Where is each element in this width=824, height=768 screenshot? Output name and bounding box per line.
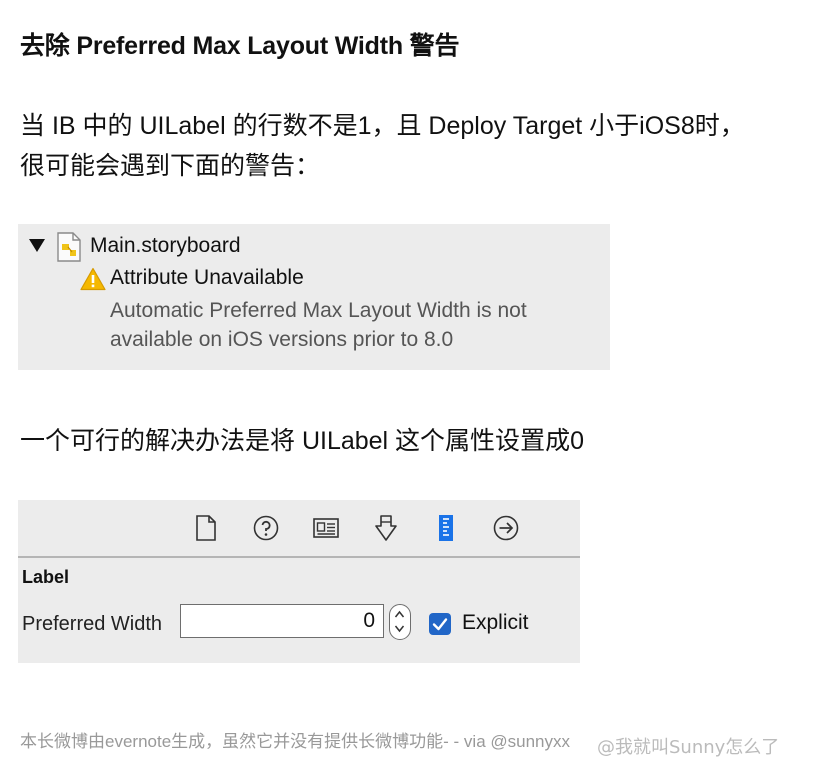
intro-line-2: 很可能会遇到下面的警告： <box>20 152 321 180</box>
intro-paragraph: 当 IB 中的 UILabel 的行数不是1，且 Deploy Target 小… <box>20 106 745 186</box>
footer-note: 本长微博由evernote生成，虽然它并没有提供长微博功能- - via @su… <box>20 732 571 751</box>
solution-paragraph: 一个可行的解决办法是将 UILabel 这个属性设置成0 <box>20 427 584 455</box>
page: 去除 Preferred Max Layout Width 警告 当 IB 中的… <box>0 0 824 768</box>
warning-message: Automatic Preferred Max Layout Width is … <box>110 296 600 354</box>
warning-message-line-1: Automatic Preferred Max Layout Width is … <box>110 299 527 322</box>
page-title: 去除 Preferred Max Layout Width 警告 <box>20 32 460 60</box>
preferred-width-value: 0 <box>363 609 375 632</box>
file-inspector-icon[interactable] <box>191 513 221 543</box>
explicit-label[interactable]: Explicit <box>462 611 529 635</box>
connections-inspector-icon[interactable] <box>491 513 521 543</box>
intro-line-1: 当 IB 中的 UILabel 的行数不是1，且 Deploy Target 小… <box>20 112 745 140</box>
storyboard-file-icon <box>57 232 81 262</box>
warning-icon <box>80 267 106 291</box>
attributes-inspector-icon[interactable] <box>371 513 401 543</box>
identity-inspector-icon[interactable] <box>311 513 341 543</box>
preferred-width-label: Preferred Width <box>22 613 163 635</box>
explicit-checkbox[interactable] <box>429 613 451 635</box>
preferred-width-input[interactable]: 0 <box>180 604 384 638</box>
size-inspector-icon[interactable] <box>431 513 461 543</box>
issue-navigator-panel: Main.storyboard Attribute Unavailable Au… <box>18 224 610 370</box>
checkmark-icon <box>432 618 448 631</box>
label-section-header: Label <box>22 567 70 587</box>
preferred-width-stepper[interactable] <box>389 604 411 640</box>
warning-message-line-2: available on iOS versions prior to 8.0 <box>110 328 454 351</box>
inspector-toolbar <box>18 500 580 558</box>
help-inspector-icon[interactable] <box>251 513 281 543</box>
attributes-inspector-panel: Label Preferred Width 0 Explicit <box>18 500 580 663</box>
disclosure-triangle-icon[interactable] <box>29 239 45 252</box>
watermark: @我就叫Sunny怎么了 <box>597 737 780 758</box>
stepper-arrows-icon <box>394 610 405 633</box>
warning-title[interactable]: Attribute Unavailable <box>110 266 304 290</box>
storyboard-file-name[interactable]: Main.storyboard <box>90 234 241 258</box>
